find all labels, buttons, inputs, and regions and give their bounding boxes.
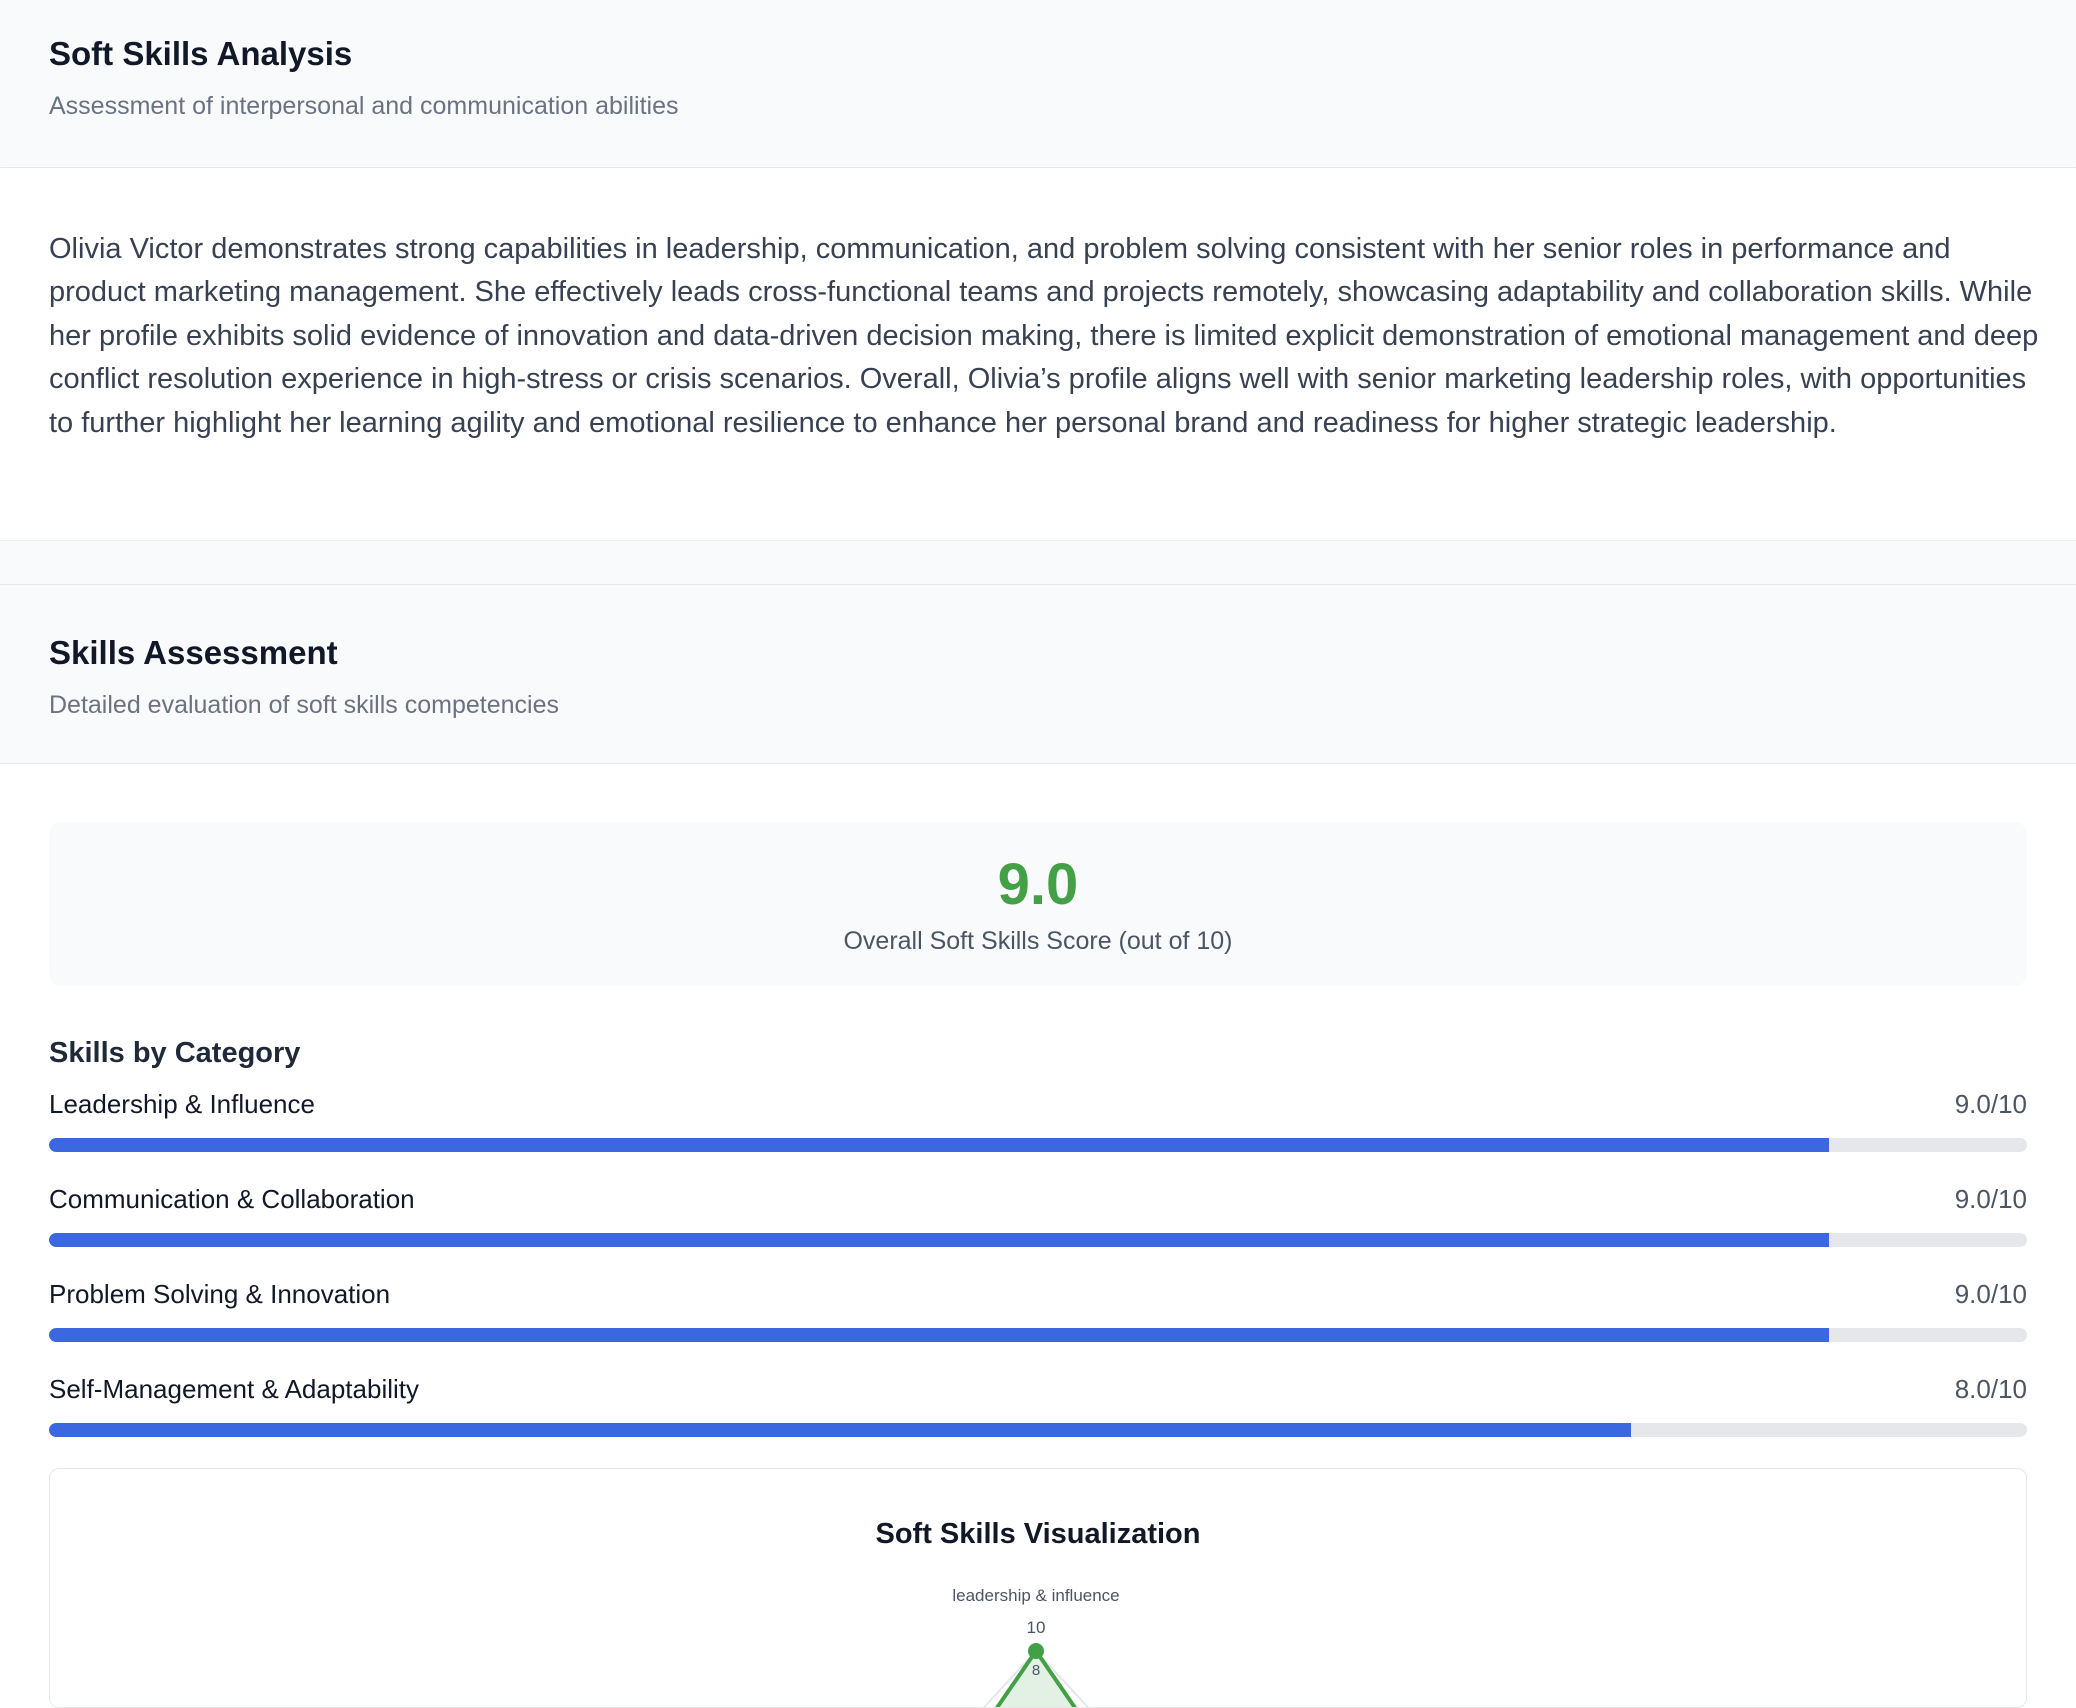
radar-axis-label: leadership & influence	[952, 1586, 1119, 1605]
skill-progress-fill	[49, 1423, 1632, 1437]
assessment-subtitle: Detailed evaluation of soft skills compe…	[49, 691, 559, 719]
skill-list: Leadership & Influence 9.0/10 Communicat…	[49, 1088, 2027, 1437]
skill-name: Self-Management & Adaptability	[49, 1374, 419, 1404]
radar-chart: leadership & influence 10 8	[952, 1586, 1120, 1707]
skill-row-communication: Communication & Collaboration 9.0/10	[49, 1183, 2027, 1247]
skill-progress-fill	[49, 1138, 1830, 1152]
analysis-header: Soft Skills Analysis Assessment of inter…	[0, 0, 2076, 168]
analysis-title: Soft Skills Analysis	[49, 35, 353, 72]
radar-tick-10: 10	[1027, 1618, 1046, 1637]
summary-text: Olivia Victor demonstrates strong capabi…	[49, 233, 2039, 439]
skill-progress-bar	[49, 1328, 2027, 1342]
overall-score-card: 9.0 Overall Soft Skills Score (out of 10…	[49, 822, 2027, 986]
assessment-title: Skills Assessment	[49, 634, 338, 671]
skill-progress-bar	[49, 1423, 2027, 1437]
analysis-subtitle: Assessment of interpersonal and communic…	[49, 92, 679, 120]
skill-progress-fill	[49, 1328, 1830, 1342]
visualization-title: Soft Skills Visualization	[875, 1518, 1201, 1550]
skill-row-problem-solving: Problem Solving & Innovation 9.0/10	[49, 1278, 2027, 1342]
radar-series-area	[995, 1647, 1077, 1707]
skill-name: Leadership & Influence	[49, 1089, 315, 1119]
skill-name: Communication & Collaboration	[49, 1184, 415, 1214]
overall-score-label: Overall Soft Skills Score (out of 10)	[843, 926, 1233, 955]
skill-score: 9.0/10	[1954, 1184, 2027, 1214]
assessment-content: 9.0 Overall Soft Skills Score (out of 10…	[0, 764, 2076, 1708]
skill-progress-bar	[49, 1233, 2027, 1247]
skill-score: 9.0/10	[1954, 1279, 2027, 1309]
skill-progress-bar	[49, 1138, 2027, 1152]
visualization-card: Soft Skills Visualization leadership & i…	[49, 1468, 2027, 1708]
skill-score: 9.0/10	[1954, 1089, 2027, 1119]
skill-row-leadership: Leadership & Influence 9.0/10	[49, 1088, 2027, 1152]
section-gap	[0, 541, 2076, 584]
summary-card: Olivia Victor demonstrates strong capabi…	[0, 168, 2076, 541]
radar-point	[1028, 1643, 1044, 1659]
assessment-header: Skills Assessment Detailed evaluation of…	[0, 584, 2076, 764]
skill-score: 8.0/10	[1954, 1374, 2027, 1404]
skill-name: Problem Solving & Innovation	[49, 1279, 391, 1309]
category-title: Skills by Category	[49, 1037, 301, 1069]
skill-progress-fill	[49, 1233, 1830, 1247]
overall-score-value: 9.0	[997, 851, 1079, 917]
skill-row-self-management: Self-Management & Adaptability 8.0/10	[49, 1373, 2027, 1437]
radar-tick-8: 8	[1032, 1662, 1040, 1679]
